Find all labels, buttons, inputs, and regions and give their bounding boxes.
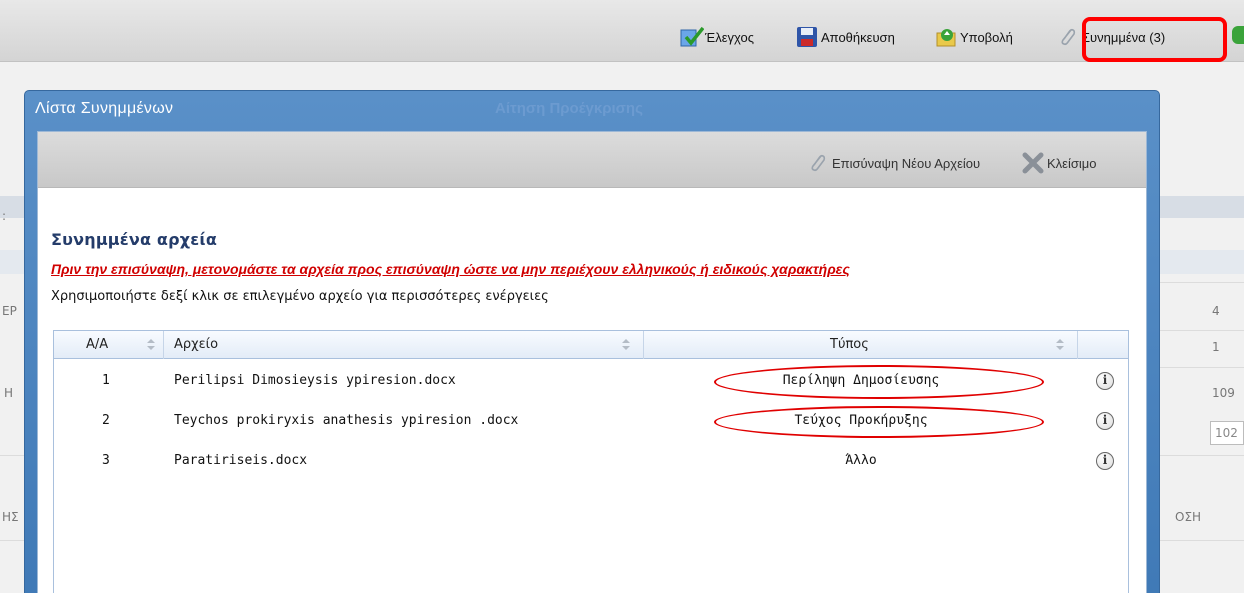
column-header-type[interactable]: Τύπος bbox=[644, 331, 1078, 359]
save-button[interactable]: Αποθήκευση bbox=[796, 22, 895, 52]
close-label: Κλείσιμο bbox=[1047, 155, 1097, 171]
sort-icon bbox=[1056, 339, 1064, 351]
bg-row-line bbox=[1160, 282, 1244, 283]
info-icon[interactable]: i bbox=[1096, 452, 1114, 470]
info-icon[interactable]: i bbox=[1096, 372, 1114, 390]
table-row[interactable]: 3 Paratiriseis.docx Άλλο i bbox=[54, 441, 1128, 481]
type-highlight-ellipse bbox=[714, 406, 1044, 438]
dialog-toolbar: Επισύναψη Νέου Αρχείου Κλείσιμο bbox=[38, 132, 1146, 188]
paperclip-icon bbox=[1057, 26, 1079, 48]
sort-icon bbox=[147, 339, 155, 351]
row-num: 3 bbox=[102, 453, 110, 468]
column-file-label: Αρχείο bbox=[174, 337, 219, 352]
app-toolbar: Έλεγχος Αποθήκευση Υποβολή Συνημμένα (3) bbox=[0, 0, 1244, 62]
type-highlight-ellipse bbox=[714, 365, 1044, 399]
dialog-body: Επισύναψη Νέου Αρχείου Κλείσιμο Συνημμέν… bbox=[37, 131, 1147, 593]
bg-row-line bbox=[1160, 455, 1244, 456]
bg-label-2: Η bbox=[4, 386, 14, 400]
paperclip-icon bbox=[808, 153, 828, 173]
submit-button[interactable]: Υποβολή bbox=[935, 22, 1013, 52]
attachments-highlight bbox=[1082, 17, 1227, 62]
column-header-num[interactable]: Α/Α bbox=[54, 331, 164, 359]
row-num: 2 bbox=[102, 413, 110, 428]
bg-right-label: ΟΣΗ bbox=[1175, 510, 1202, 524]
save-label: Αποθήκευση bbox=[821, 29, 895, 45]
check-label: Έλεγχος bbox=[705, 29, 754, 45]
close-x-icon bbox=[1022, 152, 1044, 174]
dialog-title[interactable]: Λίστα Συνημμένων bbox=[35, 100, 173, 118]
sort-icon bbox=[622, 339, 630, 351]
bg-row-line bbox=[0, 540, 24, 541]
close-button[interactable]: Κλείσιμο bbox=[1022, 152, 1097, 174]
attachments-heading: Συνημμένα αρχεία bbox=[51, 230, 218, 249]
right-click-hint: Χρησιμοποιήστε δεξί κλικ σε επιλεγμένο α… bbox=[51, 289, 549, 304]
row-num: 1 bbox=[102, 373, 110, 388]
submit-icon bbox=[935, 26, 957, 48]
bg-value-2: 1 bbox=[1212, 340, 1220, 354]
attachments-dialog: Λίστα Συνημμένων Αίτηση Προέγκρισης Επισ… bbox=[24, 90, 1160, 593]
toolbar-overflow-icon bbox=[1232, 26, 1244, 44]
bg-value-1: 4 bbox=[1212, 304, 1220, 318]
bg-header-strip-right bbox=[1160, 196, 1244, 218]
grid-header: Α/Α Αρχείο Τύπος bbox=[54, 331, 1128, 359]
check-icon bbox=[680, 26, 705, 48]
column-num-label: Α/Α bbox=[86, 337, 109, 352]
row-file: Perilipsi Dimosieysis ypiresion.docx bbox=[174, 373, 456, 388]
bg-row-line bbox=[1160, 330, 1244, 331]
column-type-label: Τύπος bbox=[830, 337, 869, 352]
column-header-file[interactable]: Αρχείο bbox=[164, 331, 644, 359]
bg-value-3: 109 bbox=[1212, 386, 1235, 400]
dialog-ghost-title: Αίτηση Προέγκρισης bbox=[495, 100, 643, 117]
bg-label-1: ΕΡ bbox=[2, 304, 17, 318]
row-file: Teychos prokiryxis anathesis ypiresion .… bbox=[174, 413, 519, 428]
bg-grid-head-right bbox=[1160, 250, 1244, 274]
bg-value-input[interactable]: 102 bbox=[1210, 421, 1244, 445]
row-type: Άλλο bbox=[845, 453, 877, 468]
check-button[interactable]: Έλεγχος bbox=[680, 22, 754, 52]
rename-warning: Πριν την επισύναψη, μετονομάστε τα αρχεί… bbox=[51, 261, 850, 277]
attachments-grid: Α/Α Αρχείο Τύπος 1 Perilipsi Dimosieysis… bbox=[53, 330, 1129, 593]
submit-label: Υποβολή bbox=[960, 29, 1013, 45]
bg-row-line bbox=[0, 455, 24, 456]
bg-colon: : bbox=[2, 209, 7, 223]
attach-new-file-label: Επισύναψη Νέου Αρχείου bbox=[832, 155, 981, 171]
bg-row-line bbox=[1160, 540, 1244, 541]
attach-new-file-button[interactable]: Επισύναψη Νέου Αρχείου bbox=[808, 152, 980, 174]
save-icon bbox=[796, 26, 818, 48]
row-file: Paratiriseis.docx bbox=[174, 453, 308, 468]
info-icon[interactable]: i bbox=[1096, 412, 1114, 430]
bg-label-3: ΗΣ bbox=[2, 510, 19, 524]
bg-row-line bbox=[1160, 367, 1244, 368]
